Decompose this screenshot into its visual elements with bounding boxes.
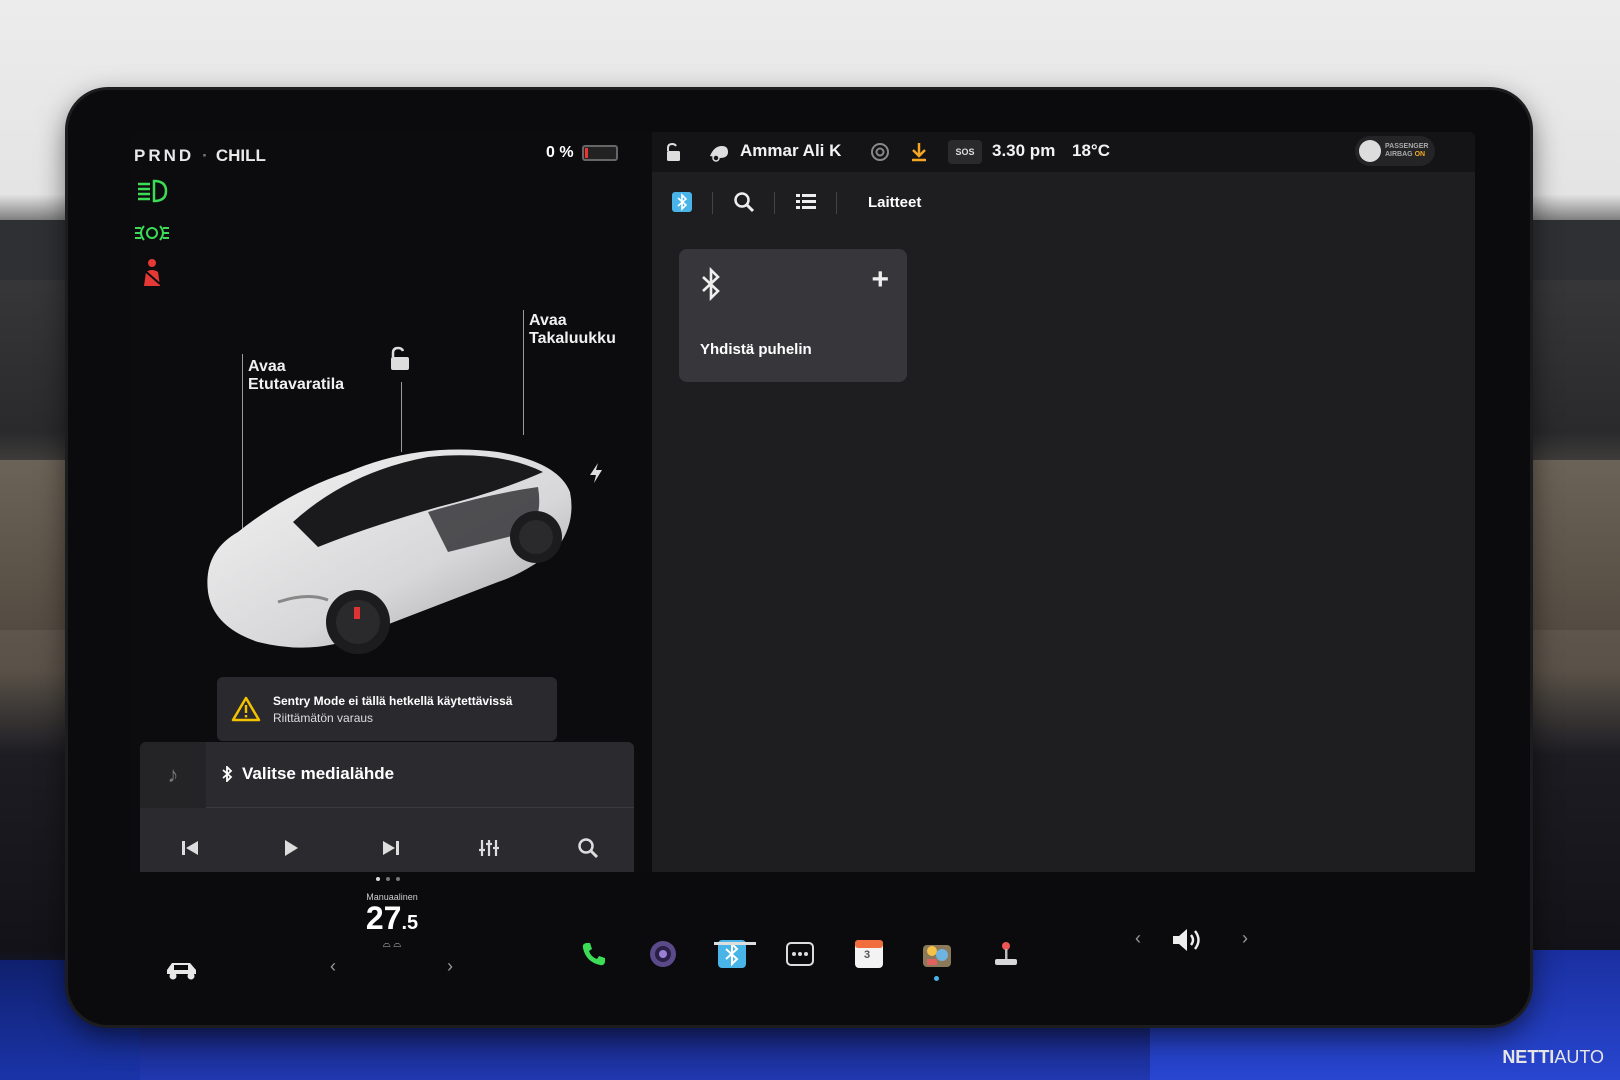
airbag-state: ON (1414, 151, 1426, 158)
media-source-row[interactable]: ♪ Valitse medialähde (140, 742, 634, 808)
sentry-alert-subtitle: Riittämätön varaus (273, 710, 374, 725)
previous-track-button[interactable] (170, 828, 210, 868)
gear-indicator: PRND · CHILL (134, 146, 266, 165)
toybox-icon[interactable] (919, 936, 955, 972)
charge-port-icon[interactable] (588, 462, 604, 489)
trunk-callout-line (523, 310, 524, 435)
temp-whole: 27 (365, 900, 402, 936)
music-note-icon: ♪ (140, 742, 206, 808)
bluetooth-app-toolbar: Laitteet (652, 182, 1475, 222)
watermark-logo: NETTIAUTO (1502, 1047, 1604, 1068)
media-source-label: Valitse medialähde (242, 764, 395, 783)
media-player: ♪ Valitse medialähde (140, 742, 634, 887)
open-trunk-label-1: Avaa (529, 312, 567, 329)
touchscreen: PRND·CHILL 0 % Avaa Etutavaratila Avaa (130, 132, 1475, 1012)
passenger-airbag-status: PASSENGER AIRBAG ON (1355, 136, 1435, 166)
battery-status: 0 % (546, 144, 618, 162)
calendar-day: 3 (864, 949, 871, 961)
car-illustration (207, 449, 572, 654)
battery-icon (581, 145, 618, 161)
temp-up-chevron-icon[interactable]: › (447, 956, 453, 977)
climate-page-dots (376, 877, 400, 881)
bluetooth-icon (222, 766, 233, 782)
volume-down-chevron-icon[interactable]: ‹ (1135, 928, 1141, 949)
toybox-notification-dot (934, 976, 939, 981)
bottom-dock: ‹ Manuaalinen 27.5 ⌓ ⌓ › 3 ‹ › (130, 872, 1475, 1012)
seat-heater-icon[interactable]: ⌓ ⌓ (356, 939, 428, 950)
homelink-icon[interactable] (870, 142, 890, 167)
airbag-line-2: AIRBAG (1385, 151, 1413, 158)
climate-control[interactable]: Manuaalinen 27.5 ⌓ ⌓ (356, 892, 428, 950)
profile-icon[interactable] (708, 142, 730, 167)
connect-phone-label: Yhdistä puhelin (700, 341, 812, 358)
tab-devices[interactable]: Laitteet (868, 194, 921, 211)
list-icon[interactable] (792, 188, 820, 216)
add-device-button[interactable]: + (871, 263, 889, 297)
profile-name[interactable]: Ammar Ali K (740, 141, 841, 161)
status-bar: Ammar Ali K SOS 3.30 pm 18°C PASSENGER A… (652, 132, 1475, 172)
temp-decimal: .5 (401, 912, 419, 934)
car-status-panel: PRND·CHILL 0 % Avaa Etutavaratila Avaa (130, 132, 655, 902)
open-trunk-label-2: Takaluukku (529, 330, 616, 347)
airbag-line-1: PASSENGER (1385, 143, 1429, 150)
media-search-button[interactable] (568, 828, 608, 868)
lock-status-icon[interactable] (664, 142, 682, 167)
equalizer-button[interactable] (469, 828, 509, 868)
warning-icon (231, 696, 261, 722)
sentry-mode-alert: Sentry Mode ei tällä hetkellä käytettävi… (217, 677, 557, 741)
fog-light-icon (134, 218, 170, 248)
car-icon[interactable] (164, 952, 200, 988)
temp-down-chevron-icon[interactable]: ‹ (330, 956, 336, 977)
clock: 3.30 pm (992, 141, 1056, 160)
arcade-joystick-icon[interactable] (988, 936, 1024, 972)
volume-up-chevron-icon[interactable]: › (1242, 928, 1248, 949)
phone-icon[interactable] (576, 936, 612, 972)
battery-percent: 0 % (546, 144, 574, 161)
gear-selector: PRND (134, 146, 195, 165)
open-frunk-label-1: Avaa (248, 358, 286, 375)
volume-icon[interactable] (1170, 922, 1206, 958)
airbag-icon (1359, 140, 1381, 162)
next-track-button[interactable] (371, 828, 411, 868)
play-button[interactable] (271, 828, 311, 868)
outside-temperature: 18°C (1072, 141, 1110, 160)
active-app-indicator (714, 942, 756, 945)
software-update-icon[interactable] (910, 141, 928, 168)
drive-mode: CHILL (215, 146, 266, 165)
watermark-bold: NETTI (1502, 1047, 1555, 1067)
calendar-icon[interactable]: 3 (851, 936, 887, 972)
watermark-light: AUTO (1554, 1047, 1604, 1067)
search-icon[interactable] (730, 188, 758, 216)
more-apps-icon[interactable] (782, 936, 818, 972)
app-panel: Ammar Ali K SOS 3.30 pm 18°C PASSENGER A… (652, 132, 1475, 872)
unlock-icon[interactable] (387, 346, 413, 377)
bluetooth-icon (702, 267, 720, 301)
connect-phone-card[interactable]: + Yhdistä puhelin (679, 249, 907, 382)
open-trunk-button[interactable]: Avaa Takaluukku (529, 312, 616, 348)
seatbelt-warning-icon (134, 258, 170, 288)
open-frunk-label-2: Etutavaratila (248, 376, 345, 393)
sentry-alert-title: Sentry Mode ei tällä hetkellä käytettävi… (273, 693, 513, 708)
camera-icon[interactable] (645, 936, 681, 972)
media-source-selector[interactable]: Valitse medialähde (220, 764, 394, 784)
open-frunk-button[interactable]: Avaa Etutavaratila (248, 358, 344, 394)
bluetooth-app-icon[interactable] (668, 188, 696, 216)
headlight-icon (134, 176, 170, 206)
sos-button[interactable]: SOS (948, 140, 982, 164)
